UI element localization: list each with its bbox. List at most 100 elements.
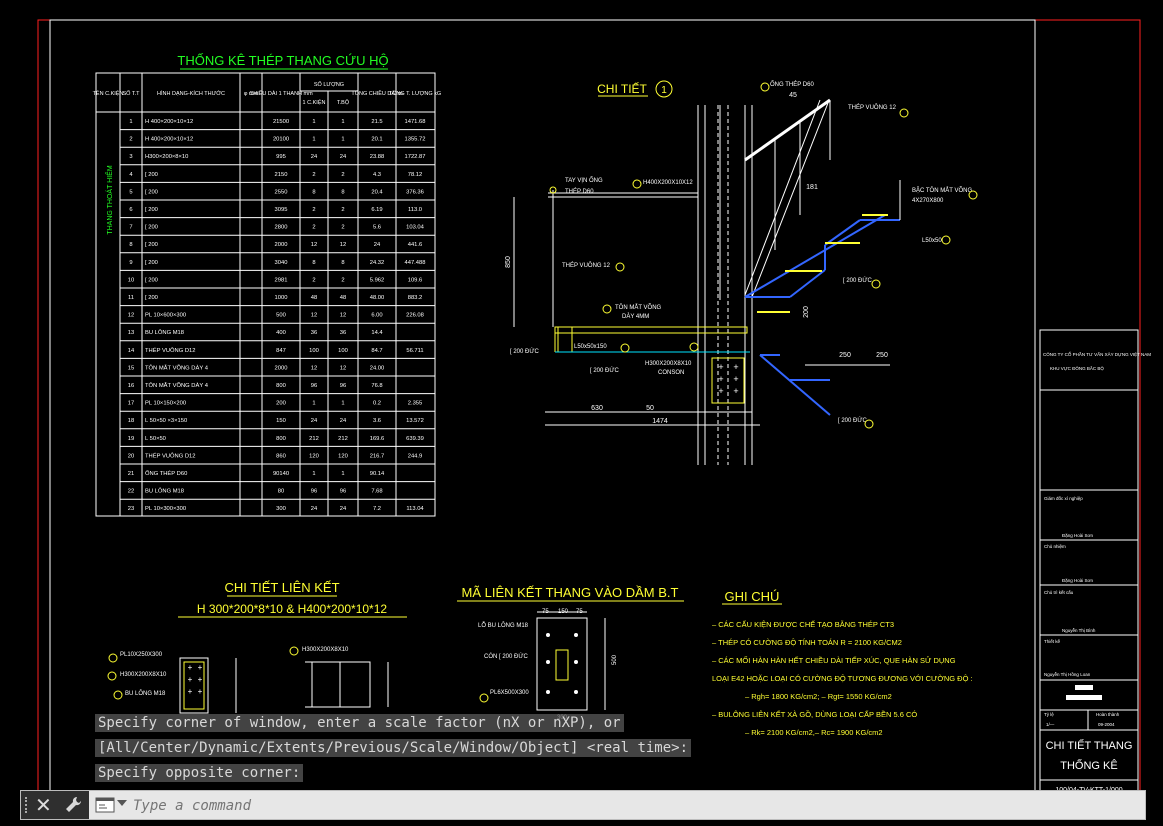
svg-text:1/—: 1/— [1046,722,1055,727]
table-cell: [ 200 [145,295,158,301]
table-cell: L 50×50 ×3×150 [145,418,187,424]
table-cell: 24 [340,154,347,160]
table-cell: 200 [276,401,286,407]
svg-text:Chủ nhiệm: Chủ nhiệm [1044,543,1066,549]
svg-text:T.BỘ: T.BỘ [337,99,350,106]
table-cell: 1 [129,119,132,125]
table-cell: 2000 [275,365,288,371]
svg-text:850: 850 [505,256,512,268]
table-cell: [ 200 [145,225,158,231]
member-name: THANG THOÁT HIỂM [105,165,114,235]
table-cell: 2 [312,277,315,283]
svg-text:75: 75 [542,609,549,615]
table-cell: 226.08 [406,313,424,319]
table-cell: [ 200 [145,172,158,178]
svg-text:+: + [188,675,193,684]
table-cell: 3095 [275,207,288,213]
svg-text:+: + [198,687,203,696]
table-cell: 48 [311,295,317,301]
table-cell: 447.488 [405,260,426,266]
svg-text:PL6X500X300: PL6X500X300 [490,690,529,696]
table-cell: 6.19 [371,207,382,213]
table-cell: [ 200 [145,207,158,213]
table-cell: 2150 [275,172,288,178]
table-cell: 21.5 [371,119,382,125]
table-cell: 80 [278,489,284,495]
table-cell: 12 [128,313,134,319]
table-cell: 20 [128,453,134,459]
notes: GHI CHÚ – CÁC CẤU KIỆN ĐƯỢC CHẾ TẠO BẰNG… [712,589,973,737]
table-cell: 883.2 [408,295,423,301]
svg-text:TỔNG T. LƯỢNG kG: TỔNG T. LƯỢNG kG [389,90,441,97]
command-line-tools: ✕ [21,791,89,819]
table-cell: 1 [341,471,344,477]
table-cell: 7.2 [373,506,381,512]
table-cell: 5 [129,189,132,195]
close-icon[interactable]: ✕ [35,793,52,817]
table-cell: 639.39 [406,436,424,442]
svg-text:1: 1 [661,85,667,96]
svg-text:H300X200X8X10: H300X200X8X10 [645,361,692,367]
table-cell: 2000 [275,242,288,248]
table-cell: 1722.87 [405,154,426,160]
table-cell: 24 [311,506,318,512]
svg-text:H 300*200*8*10 & H400*200*10*1: H 300*200*8*10 & H400*200*10*12 [197,602,387,616]
svg-text:+: + [718,362,723,372]
svg-text:– Rgh= 1800 KG/cm2; – Rgt= 155: – Rgh= 1800 KG/cm2; – Rgt= 1550 KG/cm2 [745,692,892,701]
table-cell: 500 [276,313,286,319]
dropdown-caret-icon[interactable] [117,800,127,806]
svg-text:H300X200X8X10: H300X200X8X10 [302,647,349,653]
table-cell: 100 [338,348,348,354]
svg-text:PL10X250X300: PL10X250X300 [120,652,163,658]
table-cell: 169.6 [370,436,385,442]
table-cell: L 50×50 [145,436,166,442]
table-cell: 12 [311,365,317,371]
table-cell: 48.00 [370,295,385,301]
table-cell: 2 [341,207,344,213]
svg-text:– Rk= 2100 KG/cm2,– Rc= 1900 K: – Rk= 2100 KG/cm2,– Rc= 1900 KG/cm2 [745,728,883,737]
table-cell: 21 [128,471,134,477]
svg-text:45: 45 [789,92,797,99]
table-cell: [ 200 [145,260,158,266]
table-cell: H 400×200×10×12 [145,137,193,143]
svg-text:GHI CHÚ: GHI CHÚ [725,589,780,604]
command-input[interactable] [131,794,1135,818]
drag-grip-handle[interactable] [25,797,31,813]
table-cell: 6.00 [371,313,382,319]
table-cell: 1355.72 [405,137,426,143]
table-cell: 8 [341,260,344,266]
svg-text:+: + [718,386,723,396]
table-cell: 20.1 [371,137,382,143]
table-cell: 212 [338,436,348,442]
cad-drawing-canvas[interactable]: THỐNG KÊ THÉP THANG CỨU HỘ TÊN C.KIỆN SỐ… [0,0,1163,826]
svg-text:09-2004: 09-2004 [1098,722,1115,727]
table-cell: [ 200 [145,242,158,248]
connection-detail: CHI TIẾT LIÊN KẾT H 300*200*8*10 & H400*… [107,580,684,721]
command-prompt-icon[interactable] [95,797,115,813]
table-cell: 2550 [275,189,288,195]
svg-text:H300X200X8X10: H300X200X8X10 [120,672,167,678]
table-cell: 5.962 [370,277,385,283]
table-cell: 24.00 [370,365,385,371]
table-cell: THÉP VUÔNG D12 [145,347,195,354]
svg-text:TÊN C.KIỆN: TÊN C.KIỆN [93,89,124,97]
table-cell: 11 [128,295,134,301]
table-cell: 3.6 [373,418,381,424]
svg-text:500: 500 [612,654,618,665]
table-cell: 2 [312,207,315,213]
svg-text:+: + [718,374,723,384]
table-cell: 113.04 [406,506,424,512]
table-cell: 12 [340,242,346,248]
table-cell: 212 [309,436,319,442]
detail1-title: CHI TIẾT [597,81,647,96]
table-cell: BU LÔNG M18 [145,488,184,495]
table-cell: 20.4 [371,189,383,195]
table-cell: 3 [129,154,132,160]
wrench-icon[interactable] [63,795,83,815]
svg-text:– CÁC MỐI HÀN HÀN HẾT CHIỀU DÀ: – CÁC MỐI HÀN HÀN HẾT CHIỀU DÀI TIẾP XÚC… [712,655,956,665]
table-cell: 1 [312,137,315,143]
svg-text:75: 75 [576,609,583,615]
table-cell: 5.6 [373,225,381,231]
svg-text:+: + [188,687,193,696]
svg-text:Đặng Hoài Sơn: Đặng Hoài Sơn [1062,533,1093,538]
